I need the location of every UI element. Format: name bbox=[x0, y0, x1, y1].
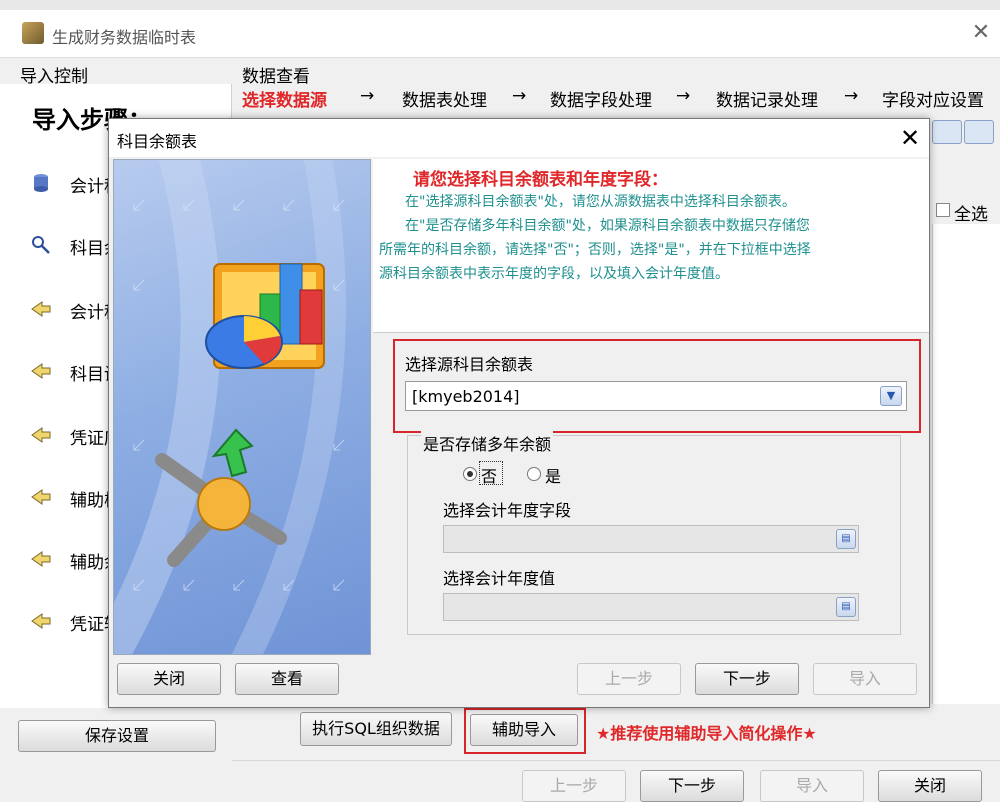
recommend-text: ★推荐使用辅助导入简化操作★ bbox=[596, 724, 817, 743]
radio-yes-label: 是 bbox=[545, 467, 562, 486]
crumb-table-processing: 数据表处理 bbox=[402, 91, 487, 111]
crumb-select-source: 选择数据源 bbox=[242, 91, 327, 111]
background-dropdown-button[interactable] bbox=[932, 120, 962, 144]
arrow-left-icon bbox=[31, 301, 51, 317]
arrow-left-icon bbox=[31, 613, 51, 629]
step-label: 科目余额 bbox=[70, 239, 110, 259]
step-label: 辅助核算 bbox=[70, 491, 110, 511]
step-label: 科目设置 bbox=[70, 365, 110, 385]
data-view-group-label: 数据查看 bbox=[242, 67, 310, 87]
step-item[interactable]: 辅助余额 bbox=[30, 544, 120, 574]
crumb-record-processing: 数据记录处理 bbox=[716, 91, 818, 111]
dialog-import-button[interactable]: 导入 bbox=[813, 663, 917, 695]
instruction-line: 在"选择源科目余额表"处，请您从源数据表中选择科目余额表。 bbox=[405, 194, 796, 210]
step-item[interactable]: 凭证库 bbox=[30, 420, 120, 450]
dialog-prev-button[interactable]: 上一步 bbox=[577, 663, 681, 695]
select-all-checkbox[interactable] bbox=[936, 203, 950, 217]
main-close-button[interactable]: ✕ bbox=[966, 18, 996, 48]
source-table-value: [kmyeb2014] bbox=[412, 387, 520, 406]
step-item[interactable]: 会计科目 bbox=[30, 294, 120, 324]
instruction-line: 在"是否存储多年科目余额"处，如果源科目余额表中数据只存储您 bbox=[405, 218, 810, 234]
step-label: 凭证库 bbox=[70, 429, 110, 449]
step-item[interactable]: 科目设置 bbox=[30, 356, 120, 386]
database-icon bbox=[34, 174, 48, 192]
dialog-close-icon[interactable]: ✕ bbox=[895, 123, 925, 153]
crumb-arrow: → bbox=[844, 86, 859, 106]
step-label: 凭证辅助 bbox=[70, 615, 110, 635]
dialog-close-button[interactable]: 关闭 bbox=[117, 663, 221, 695]
assist-import-button[interactable]: 辅助导入 bbox=[470, 714, 578, 746]
app-icon bbox=[22, 22, 44, 44]
main-next-button[interactable]: 下一步 bbox=[640, 770, 744, 802]
radio-no-label: 否 bbox=[481, 467, 498, 486]
year-field-label: 选择会计年度字段 bbox=[443, 501, 572, 520]
arrow-left-icon bbox=[31, 363, 51, 379]
radio-yes[interactable] bbox=[527, 467, 541, 481]
chevron-down-icon[interactable]: ▼ bbox=[880, 386, 902, 406]
crumb-field-mapping: 字段对应设置 bbox=[882, 91, 984, 111]
main-prev-button[interactable]: 上一步 bbox=[522, 770, 626, 802]
main-titlebar: 生成财务数据临时表 ✕ bbox=[0, 10, 1000, 58]
step-item[interactable]: 科目余额 bbox=[30, 230, 120, 260]
step-item[interactable]: 会计科目 bbox=[30, 168, 120, 198]
execute-sql-button[interactable]: 执行SQL组织数据 bbox=[300, 712, 452, 746]
dialog-view-button[interactable]: 查看 bbox=[235, 663, 339, 695]
dialog-next-button[interactable]: 下一步 bbox=[695, 663, 799, 695]
wizard-illustration bbox=[113, 159, 371, 655]
year-value-label: 选择会计年度值 bbox=[443, 569, 556, 588]
crumb-field-processing: 数据字段处理 bbox=[550, 91, 652, 111]
dialog-title: 科目余额表 bbox=[117, 132, 198, 151]
browse-icon[interactable]: ▤ bbox=[836, 529, 856, 549]
multi-year-label: 是否存储多年余额 bbox=[421, 431, 554, 455]
instruction-line: 源科目余额表中表示年度的字段，以及填入会计年度值。 bbox=[379, 266, 729, 282]
crumb-arrow: → bbox=[676, 86, 691, 106]
browse-icon[interactable]: ▤ bbox=[836, 597, 856, 617]
step-label: 会计科目 bbox=[70, 303, 110, 323]
arrow-left-icon bbox=[31, 489, 51, 505]
year-value-select[interactable]: ▤ bbox=[443, 593, 859, 621]
source-table-label: 选择源科目余额表 bbox=[405, 355, 534, 374]
instruction-area: 请您选择科目余额表和年度字段： 在"选择源科目余额表"处，请您从源数据表中选择科… bbox=[373, 159, 929, 333]
save-settings-button[interactable]: 保存设置 bbox=[18, 720, 216, 752]
main-import-button[interactable]: 导入 bbox=[760, 770, 864, 802]
instruction-heading: 请您选择科目余额表和年度字段： bbox=[413, 170, 668, 190]
chart-and-pipe-illustration bbox=[114, 160, 346, 654]
magnifier-icon bbox=[32, 236, 50, 254]
step-item[interactable]: 凭证辅助 bbox=[30, 606, 120, 636]
step-label: 辅助余额 bbox=[70, 553, 110, 573]
arrow-left-icon bbox=[31, 551, 51, 567]
account-balance-dialog: 科目余额表 ✕ 请您选择科目余额表和年度字段： 在"选择源科目余额表"处，请您从… bbox=[108, 118, 930, 708]
year-field-select[interactable]: ▤ bbox=[443, 525, 859, 553]
dialog-titlebar: 科目余额表 ✕ bbox=[109, 119, 929, 157]
crumb-arrow: → bbox=[512, 86, 527, 106]
background-browse-button[interactable] bbox=[964, 120, 994, 144]
top-strip bbox=[0, 0, 1000, 10]
instruction-line: 所需年的科目余额，请选择"否"；否则，选择"是"，并在下拉框中选择 bbox=[379, 242, 811, 258]
arrow-left-icon bbox=[31, 427, 51, 443]
step-item[interactable]: 辅助核算 bbox=[30, 482, 120, 512]
main-close-dialog-button[interactable]: 关闭 bbox=[878, 770, 982, 802]
step-label: 会计科目 bbox=[70, 177, 110, 197]
crumb-arrow: → bbox=[360, 86, 375, 106]
source-table-select[interactable]: [kmyeb2014] ▼ bbox=[405, 381, 907, 411]
background-list-area bbox=[932, 224, 1000, 704]
radio-no[interactable] bbox=[463, 467, 477, 481]
main-window-title: 生成财务数据临时表 bbox=[52, 28, 197, 47]
select-all-label: 全选 bbox=[954, 205, 988, 225]
